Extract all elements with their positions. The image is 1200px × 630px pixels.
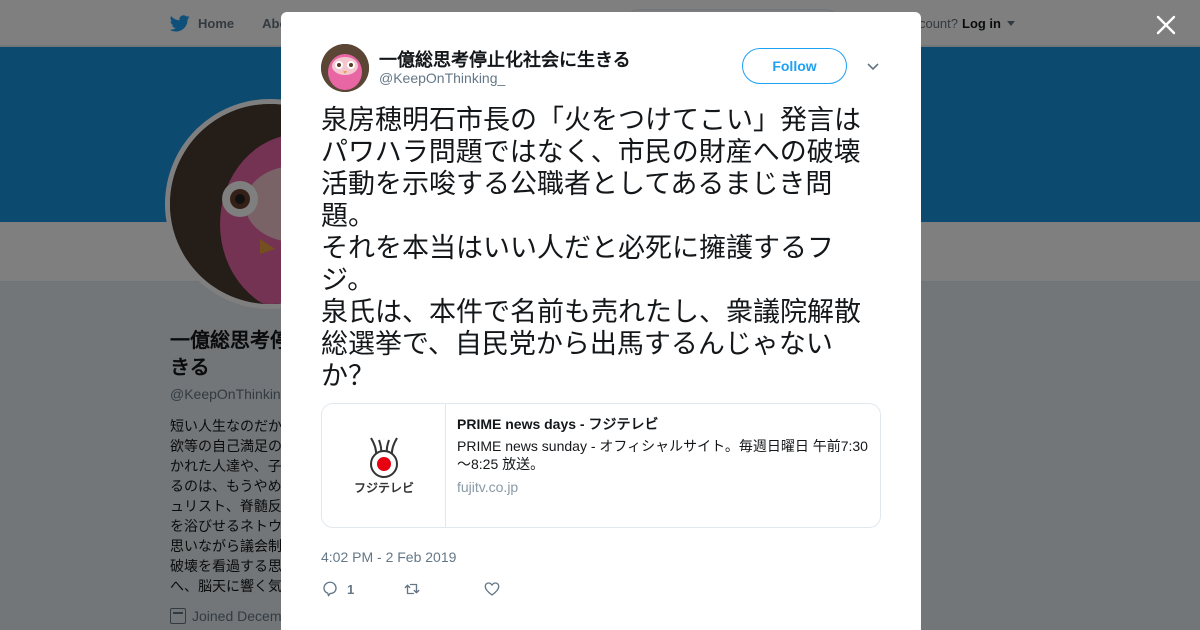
tweet-text-line: 活動を示唆する公職者としてあるまじき問 [321,169,833,200]
tweet-timestamp[interactable]: 4:02 PM - 2 Feb 2019 [321,549,456,565]
tweet-text-line: パワハラ問題ではなく、市民の財産への破壊 [321,137,861,168]
fujitv-logo: フジテレビ [353,436,414,495]
retweet-button[interactable] [403,580,429,598]
card-description-line: ～8:25 放送。 [457,456,545,472]
tweet-modal: 一億総思考停止化社会に生きる @KeepOnThinking_ Follow 泉… [281,12,921,630]
card-description-line: PRIME news sunday - オフィシャルサイト。毎週日曜日 午前7:… [457,438,868,454]
reply-count: 1 [347,581,355,597]
tweet-text-line: 泉房穂明石市長の「火をつけてこい」発言は [321,105,861,136]
like-button[interactable] [483,580,509,598]
tweet-text-line: 泉氏は、本件で名前も売れたし、衆議院解散 [321,297,861,328]
card-title: PRIME news days - フジテレビ [457,416,659,432]
tweet-text-line: それを本当はいい人だと必死に擁護するフ [321,233,834,264]
chevron-down-icon[interactable] [866,62,880,72]
tweet-text-line: 総選挙で、自民党から出馬するんじゃない [321,329,833,360]
author-name[interactable]: 一億総思考停止化社会に生きる [379,46,631,72]
close-icon[interactable] [1154,13,1178,37]
tweet-text: 泉房穂明石市長の「火をつけてこい」発言は パワハラ問題ではなく、市民の財産への破… [321,105,886,393]
heart-icon [484,582,500,596]
reply-button[interactable]: 1 [321,580,354,598]
tweet-text-line: ジ。 [321,265,375,296]
card-body: PRIME news days - フジテレビ PRIME news sunda… [446,404,880,527]
card-logo-text: フジテレビ [353,480,413,495]
card-description: PRIME news sunday - オフィシャルサイト。毎週日曜日 午前7:… [457,437,869,473]
retweet-icon [404,583,420,595]
link-preview-card[interactable]: フジテレビ PRIME news days - フジテレビ PRIME news… [321,403,881,528]
tweet-text-line: か？ [321,361,375,392]
card-thumbnail: フジテレビ [322,404,446,527]
reply-icon [323,581,337,597]
author-avatar[interactable] [321,44,369,92]
follow-button[interactable]: Follow [742,48,847,84]
author-handle[interactable]: @KeepOnThinking_ [379,70,505,86]
tweet-text-line: 題。 [321,201,375,232]
card-domain: fujitv.co.jp [457,479,519,495]
